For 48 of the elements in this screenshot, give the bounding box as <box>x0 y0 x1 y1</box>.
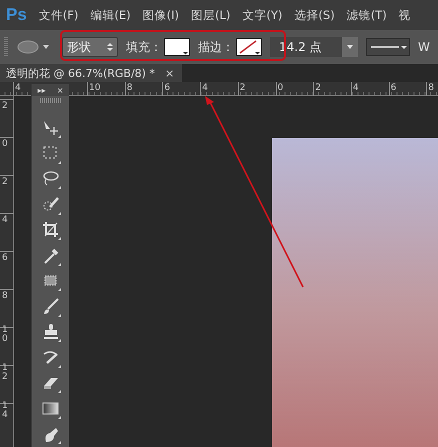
close-panel-button[interactable]: × <box>56 86 64 94</box>
ruler-number: 8 <box>2 292 8 302</box>
stroke-label: 描边： <box>198 38 234 56</box>
width-label: W <box>418 40 430 54</box>
quick-select-tool-icon[interactable] <box>40 194 60 214</box>
ruler-number: 14 <box>2 402 8 421</box>
ruler-number: 4 <box>352 84 359 93</box>
ruler-number: 8 <box>126 84 132 93</box>
app-logo: Ps <box>6 5 27 25</box>
caret-icon[interactable] <box>42 44 50 50</box>
ruler-number: 10 <box>2 326 8 345</box>
ruler-number: 0 <box>2 140 8 150</box>
marquee-tool-icon[interactable] <box>40 144 60 164</box>
ruler-number: 2 <box>2 102 8 112</box>
ruler-number: 4 <box>2 216 8 226</box>
ruler-number: 10 <box>89 84 100 93</box>
ruler-number: 0 <box>278 84 284 93</box>
shape-mode-dropdown[interactable]: 形状 <box>62 37 118 57</box>
ruler-number: 8 <box>428 84 434 93</box>
ruler-number: 4 <box>202 84 208 93</box>
menu-item[interactable]: 文字(Y) <box>242 8 282 22</box>
ruler-number: 12 <box>2 364 8 383</box>
ruler-number: 2 <box>240 84 246 93</box>
menu-item[interactable]: 滤镜(T) <box>346 8 387 22</box>
stroke-width-dropdown[interactable] <box>342 37 358 57</box>
ruler-number: 6 <box>390 84 396 93</box>
ruler-number: 6 <box>2 254 8 264</box>
caret-icon[interactable] <box>346 44 354 50</box>
menu-item[interactable]: 图层(L) <box>191 8 230 22</box>
crop-tool-icon[interactable] <box>40 220 60 240</box>
menu-item[interactable]: 视 <box>398 8 411 22</box>
ruler-number: 2 <box>2 178 8 188</box>
stroke-type-dropdown[interactable] <box>366 38 410 56</box>
ruler-number: 6 <box>164 84 170 93</box>
menu-item[interactable]: 选择(S) <box>294 8 335 22</box>
up-down-arrows-icon[interactable] <box>107 42 113 52</box>
fill-swatch[interactable] <box>164 38 190 56</box>
menu-item[interactable]: 文件(F) <box>38 8 78 22</box>
close-tab-button[interactable]: × <box>164 66 174 80</box>
collapse-panel-button[interactable]: ▸▸ <box>38 86 46 94</box>
fill-label: 填充： <box>126 38 162 56</box>
stroke-swatch[interactable] <box>236 38 262 56</box>
lasso-tool-icon[interactable] <box>40 169 60 189</box>
ruler-number: 2 <box>315 84 321 93</box>
document-tab[interactable]: 透明的花 @ 66.7%(RGB/8) * × <box>0 64 182 82</box>
menu-item[interactable]: 图像(I) <box>142 8 180 22</box>
ruler-number: 4 <box>15 84 21 93</box>
menu-item[interactable]: 编辑(E) <box>90 8 131 22</box>
